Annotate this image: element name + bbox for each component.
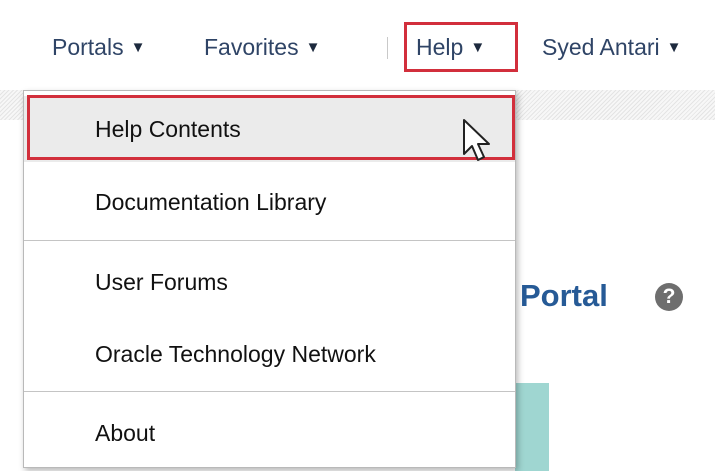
nav-user-menu[interactable]: Syed Antari ▼ (542, 30, 682, 64)
menu-item-about[interactable]: About (24, 400, 515, 466)
menu-item-help-contents[interactable]: Help Contents (24, 96, 515, 162)
nav-favorites-label: Favorites (204, 33, 299, 60)
global-header: Portals ▼ Favorites ▼ Help ▼ Syed Antari… (0, 0, 715, 90)
caret-down-icon: ▼ (666, 38, 682, 56)
nav-help-label: Help (416, 33, 464, 60)
teal-content-panel (515, 383, 549, 471)
nav-portals-label: Portals (52, 33, 124, 60)
menu-divider (24, 391, 515, 392)
menu-item-documentation-library[interactable]: Documentation Library (24, 169, 515, 235)
help-dropdown-menu: Help Contents Documentation Library User… (23, 90, 516, 468)
menu-item-oracle-technology-network[interactable]: Oracle Technology Network (24, 321, 515, 387)
menu-divider (24, 240, 515, 241)
nav-help-menu[interactable]: Help ▼ (416, 30, 485, 64)
nav-portals-menu[interactable]: Portals ▼ (52, 30, 145, 64)
caret-down-icon: ▼ (305, 38, 321, 56)
nav-user-label: Syed Antari (542, 33, 660, 60)
nav-divider (387, 37, 388, 59)
caret-down-icon: ▼ (130, 38, 146, 56)
page-title: Portal (520, 278, 608, 313)
menu-item-user-forums[interactable]: User Forums (24, 249, 515, 315)
screenshot-stage: Portals ▼ Favorites ▼ Help ▼ Syed Antari… (0, 0, 715, 471)
caret-down-icon: ▼ (470, 38, 486, 56)
nav-favorites-menu[interactable]: Favorites ▼ (204, 30, 320, 64)
question-circle-icon[interactable]: ? (655, 283, 683, 311)
